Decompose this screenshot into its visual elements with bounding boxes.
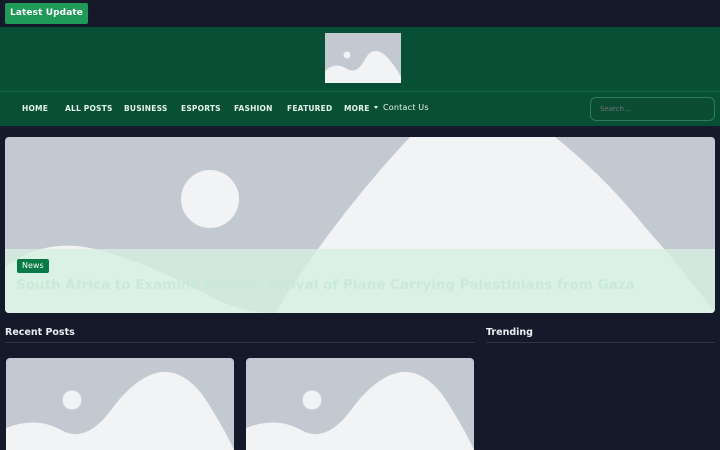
nav-featured[interactable]: FEATURED bbox=[287, 104, 332, 113]
section-divider bbox=[486, 342, 715, 343]
nav-home[interactable]: HOME bbox=[22, 104, 48, 113]
nav-all-posts[interactable]: ALL POSTS bbox=[65, 104, 113, 113]
post-card[interactable] bbox=[6, 358, 234, 450]
image-placeholder-icon bbox=[325, 50, 401, 83]
top-bar: Latest Update bbox=[0, 0, 720, 27]
latest-update-button[interactable]: Latest Update bbox=[5, 3, 88, 24]
post-card[interactable] bbox=[246, 358, 474, 450]
image-placeholder-icon bbox=[6, 371, 234, 450]
nav-esports[interactable]: ESPORTS bbox=[181, 104, 221, 113]
nav-business[interactable]: BUSINESS bbox=[124, 104, 167, 113]
recent-posts-heading: Recent Posts bbox=[5, 327, 75, 338]
nav-more-label: MORE bbox=[344, 104, 370, 113]
featured-post-title[interactable]: South Africa to Examine Baffling Arrival… bbox=[16, 277, 635, 293]
trending-heading: Trending bbox=[486, 327, 533, 338]
category-badge[interactable]: News bbox=[17, 259, 49, 273]
nav-contact-us[interactable]: Contact Us bbox=[383, 103, 429, 112]
image-placeholder-icon bbox=[246, 371, 474, 450]
site-logo[interactable] bbox=[325, 33, 401, 83]
featured-post[interactable]: News South Africa to Examine Baffling Ar… bbox=[5, 137, 715, 313]
site-header: HOME ALL POSTS BUSINESS ESPORTS FASHION … bbox=[0, 27, 720, 126]
chevron-down-icon bbox=[373, 106, 378, 109]
section-divider bbox=[5, 342, 475, 343]
search-input[interactable] bbox=[590, 97, 715, 121]
nav-fashion[interactable]: FASHION bbox=[234, 104, 273, 113]
nav-more[interactable]: MORE bbox=[344, 104, 378, 113]
main-navigation: HOME ALL POSTS BUSINESS ESPORTS FASHION … bbox=[0, 91, 720, 126]
